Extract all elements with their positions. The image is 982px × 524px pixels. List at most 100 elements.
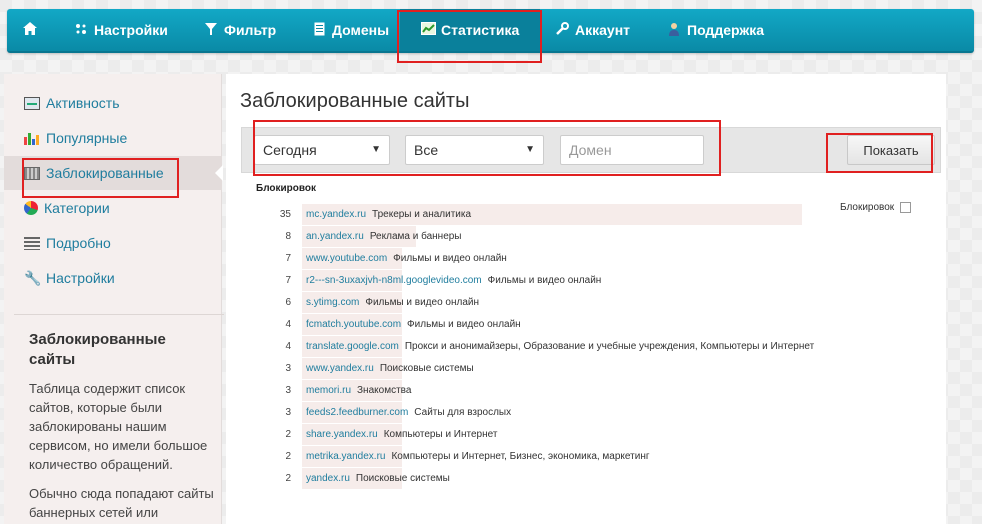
nav-settings-label: Настройки [94,22,168,38]
period-select-value: Сегодня [263,142,317,158]
table-row: 6 s.ytimg.com Фильмы и видео онлайн [226,292,946,313]
block-count: 4 [285,319,291,330]
row-content: an.yandex.ru Реклама и баннеры [306,231,462,242]
scope-select-value: Все [414,142,439,158]
main-panel: Заблокированные сайты Сегодня ▼ Все ▼ По… [226,74,946,524]
row-content: metrika.yandex.ru Компьютеры и Интернет, … [306,451,650,462]
nav-statistics-label: Статистика [441,22,520,38]
domains-icon [312,22,326,39]
domain-link[interactable]: s.ytimg.com [306,297,359,308]
domain-input[interactable] [560,135,704,165]
nav-support[interactable]: Поддержка [667,9,764,51]
block-count: 4 [285,341,291,352]
domain-link[interactable]: mc.yandex.ru [306,209,366,220]
row-content: www.yandex.ru Поисковые системы [306,363,474,374]
domain-link[interactable]: feeds2.feedburner.com [306,407,408,418]
user-icon [667,22,681,39]
table-row: 2 metrika.yandex.ru Компьютеры и Интернет,… [226,446,946,467]
block-count: 6 [285,297,291,308]
sidebar-item-detailed[interactable]: Подробно [4,226,222,260]
row-content: translate.google.com Прокси и анонимайзер… [306,341,814,352]
period-select[interactable]: Сегодня ▼ [254,135,390,165]
category-text: Фильмы и видео онлайн [487,275,602,286]
block-count: 7 [285,275,291,286]
table-row: 2 yandex.ru Поисковые системы [226,468,946,489]
row-content: r2---sn-3uxaxjvh-n8ml.googlevideo.com Фил… [306,275,601,286]
category-text: Компьютеры и Интернет [383,429,498,440]
stats-icon [421,22,436,38]
bar-chart-icon [24,132,40,145]
nav-domains-label: Домены [332,22,390,38]
sidebar-item-activity[interactable]: Активность [4,86,222,120]
table-row: 2 share.yandex.ru Компьютеры и Интернет [226,424,946,445]
nav-statistics[interactable]: Статистика [400,9,540,51]
chevron-down-icon: ▼ [371,144,381,155]
blocked-icon [24,166,40,180]
home-icon [22,21,38,39]
domain-link[interactable]: translate.google.com [306,341,399,352]
domain-link[interactable]: an.yandex.ru [306,231,364,242]
nav-domains[interactable]: Домены [312,9,389,51]
settings-icon [74,22,88,39]
block-count: 2 [285,451,291,462]
sidebar-item-popular[interactable]: Популярные [4,121,222,155]
top-navigation: Настройки Фильтр Домены Статистика Аккау… [7,9,974,53]
block-count: 7 [285,253,291,264]
filter-icon [204,22,218,39]
column-header-blocks: Блокировок [256,183,317,194]
nav-account[interactable]: Аккаунт [555,9,630,51]
domain-link[interactable]: metrika.yandex.ru [306,451,385,462]
sidebar-item-label: Подробно [46,235,111,251]
domain-link[interactable]: fcmatch.youtube.com [306,319,401,330]
category-text: Компьютеры и Интернет, Бизнес, экономика… [391,451,650,462]
category-text: Фильмы и видео онлайн [393,253,507,264]
list-icon [24,236,40,250]
domain-link[interactable]: memori.ru [306,385,351,396]
table-row: 3 feeds2.feedburner.com Сайты для взрослых [226,402,946,423]
category-text: Поисковые системы [355,473,450,484]
category-text: Сайты для взрослых [414,407,512,418]
table-row: 8 an.yandex.ru Реклама и баннеры [226,226,946,247]
nav-settings[interactable]: Настройки [74,9,168,51]
scope-select[interactable]: Все ▼ [405,135,544,165]
table-row: 3 www.yandex.ru Поисковые системы [226,358,946,379]
sidebar-item-label: Настройки [46,270,115,286]
wrench-icon [555,21,569,39]
block-count: 3 [285,385,291,396]
domain-link[interactable]: share.yandex.ru [306,429,378,440]
block-count: 2 [285,473,291,484]
table-row: 7 www.youtube.com Фильмы и видео онлайн [226,248,946,269]
info-title: Заблокированные сайты [29,331,166,368]
sidebar-item-categories[interactable]: Категории [4,191,222,225]
block-count: 35 [279,209,291,220]
domain-link[interactable]: r2---sn-3uxaxjvh-n8ml.googlevideo.com [306,275,482,286]
table-row: 4 fcmatch.youtube.com Фильмы и видео онлай… [226,314,946,335]
table-row: 4 translate.google.com Прокси и анонимайзе… [226,336,946,357]
category-text: Фильмы и видео онлайн [365,297,480,308]
sidebar-divider [14,314,224,315]
show-button[interactable]: Показать [847,135,935,165]
row-content: www.youtube.com Фильмы и видео онлайн [306,253,507,264]
sidebar-item-settings[interactable]: 🔧 Настройки [4,261,222,295]
sidebar-item-label: Активность [46,95,120,111]
category-text: Трекеры и аналитика [372,209,472,220]
filter-bar: Сегодня ▼ Все ▼ Показать [241,127,941,173]
wrench-icon: 🔧 [24,269,42,286]
block-count: 8 [285,231,291,242]
info-text-continued: Обычно сюда попадают сайты баннерных сет… [29,486,214,520]
nav-filter[interactable]: Фильтр [204,9,276,51]
sidebar-item-blocked[interactable]: Заблокированные [4,156,223,190]
table-row: 35 mc.yandex.ru Трекеры и аналитика [226,204,946,225]
row-content: feeds2.feedburner.com Сайты для взрослых [306,407,511,418]
domain-link[interactable]: yandex.ru [306,473,350,484]
sidebar: Активность Популярные Заблокированные Ка… [4,74,224,524]
row-content: yandex.ru Поисковые системы [306,473,450,484]
domain-link[interactable]: www.yandex.ru [306,363,374,374]
page-title: Заблокированные сайты [240,90,470,112]
domain-link[interactable]: www.youtube.com [306,253,387,264]
home-button[interactable] [21,9,39,51]
block-count: 3 [285,407,291,418]
nav-account-label: Аккаунт [575,22,631,38]
pie-chart-icon [24,201,38,215]
table-row: 3 memori.ru Знакомства [226,380,946,401]
